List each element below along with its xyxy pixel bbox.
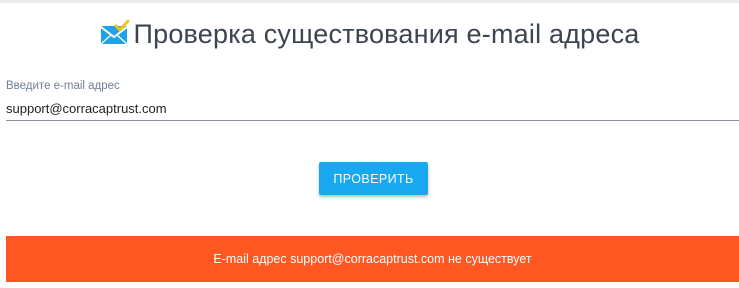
page: Проверка существования e-mail адреса Вве…: [0, 0, 739, 288]
page-title: Проверка существования e-mail адреса: [133, 18, 640, 49]
email-field-group: Введите e-mail адрес: [6, 78, 739, 122]
result-banner: E-mail адрес support@corracaptrust.com н…: [6, 236, 739, 282]
email-field-label: Введите e-mail адрес: [6, 80, 120, 92]
check-button[interactable]: ПРОВЕРИТЬ: [319, 162, 428, 195]
page-header: Проверка существования e-mail адреса: [0, 14, 739, 54]
envelope-check-icon: [99, 20, 129, 45]
result-message: E-mail адрес support@corracaptrust.com н…: [213, 252, 532, 266]
email-input[interactable]: [6, 98, 739, 118]
top-divider: [0, 0, 739, 3]
email-input-underline: [6, 120, 739, 121]
